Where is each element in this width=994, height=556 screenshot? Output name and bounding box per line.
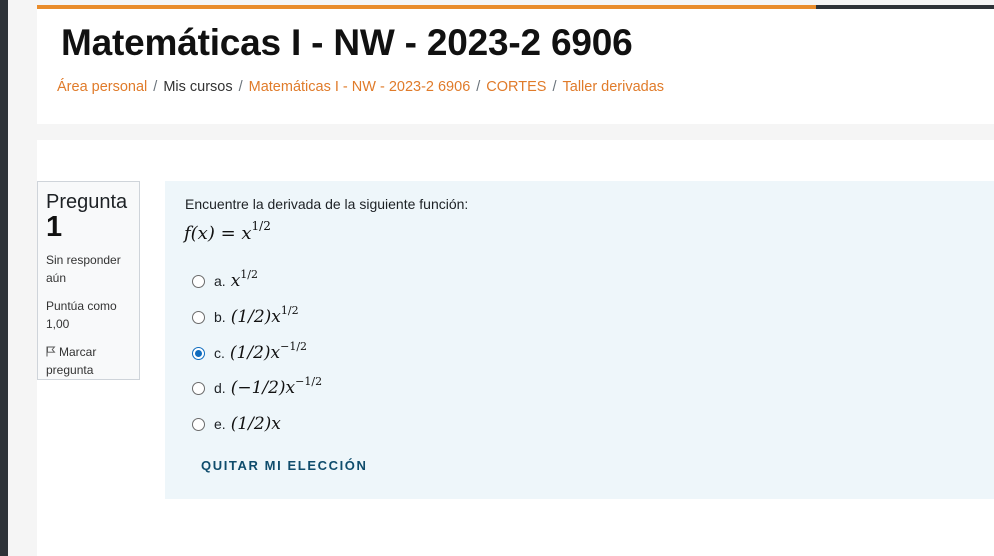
- question-status: Sin responder aún: [46, 253, 121, 285]
- option-math-a: x1/2: [230, 268, 258, 291]
- answer-option-b[interactable]: b. (1/2)x1/2: [192, 305, 299, 329]
- option-math-b: (1/2)x1/2: [230, 304, 299, 327]
- option-letter-d: d.: [214, 380, 226, 396]
- option-base-d: (−1/2)x: [230, 378, 296, 398]
- breadcrumb-separator: /: [238, 79, 243, 95]
- breadcrumb-course[interactable]: Matemáticas I - NW - 2023-2 6906: [249, 79, 471, 95]
- option-exp-b: 1/2: [280, 304, 299, 317]
- option-letter-a: a.: [214, 273, 226, 289]
- breadcrumb-mis-cursos: Mis cursos: [163, 79, 233, 95]
- breadcrumb-separator: /: [476, 79, 481, 95]
- answer-option-d[interactable]: d. (−1/2)x−1/2: [192, 376, 322, 400]
- option-base-b: (1/2)x: [230, 307, 281, 327]
- option-letter-c: c.: [214, 345, 225, 361]
- breadcrumb-cortes[interactable]: CORTES: [486, 79, 546, 95]
- page-title: Matemáticas I - NW - 2023-2 6906: [61, 22, 633, 63]
- left-edge-strip: [0, 0, 8, 556]
- breadcrumb-taller-derivadas[interactable]: Taller derivadas: [563, 79, 665, 95]
- option-math-e: (1/2)x: [231, 414, 281, 434]
- course-progress-fill: [37, 5, 816, 9]
- radio-d[interactable]: [192, 381, 205, 395]
- radio-b[interactable]: [192, 310, 205, 324]
- question-formula: f(x) = x1/2: [184, 220, 271, 244]
- option-letter-b: b.: [214, 309, 226, 325]
- radio-a[interactable]: [192, 274, 205, 288]
- question-label: Pregunta: [46, 191, 128, 213]
- radio-c[interactable]: [192, 346, 205, 360]
- option-base-e: (1/2)x: [230, 414, 281, 434]
- clear-choice-button[interactable]: QUITAR MI ELECCIÓN: [201, 458, 368, 473]
- option-letter-e: e.: [214, 416, 226, 432]
- formula-exponent: 1/2: [251, 219, 271, 233]
- question-number: 1: [46, 211, 63, 243]
- answer-option-c[interactable]: c. (1/2)x−1/2: [192, 341, 307, 365]
- flag-question-button[interactable]: Marcar pregunta: [46, 343, 139, 379]
- answer-option-a[interactable]: a. x1/2: [192, 269, 258, 293]
- option-math-c: (1/2)x−1/2: [229, 340, 308, 363]
- option-base-a: x: [230, 271, 241, 291]
- option-exp-a: 1/2: [240, 268, 258, 281]
- question-grade: Puntúa como 1,00: [46, 299, 117, 331]
- course-progress-bar: [37, 5, 994, 9]
- answer-option-e[interactable]: e. (1/2)x: [192, 412, 281, 436]
- question-prompt: Encuentre la derivada de la siguiente fu…: [185, 196, 469, 212]
- breadcrumb-area-personal[interactable]: Área personal: [57, 79, 147, 95]
- flag-icon: [46, 346, 56, 357]
- breadcrumb-separator: /: [552, 79, 557, 95]
- question-info-panel: Pregunta 1 Sin responder aún Puntúa como…: [37, 181, 140, 380]
- option-math-d: (−1/2)x−1/2: [230, 375, 323, 398]
- option-exp-d: −1/2: [295, 375, 323, 388]
- formula-base: f(x) = x: [184, 223, 252, 244]
- breadcrumb: Área personal / Mis cursos / Matemáticas I -…: [57, 79, 664, 95]
- option-base-c: (1/2)x: [229, 343, 281, 363]
- radio-e[interactable]: [192, 417, 205, 431]
- question-content: Encuentre la derivada de la siguiente fu…: [165, 181, 994, 499]
- breadcrumb-separator: /: [153, 79, 158, 95]
- option-exp-c: −1/2: [280, 340, 308, 353]
